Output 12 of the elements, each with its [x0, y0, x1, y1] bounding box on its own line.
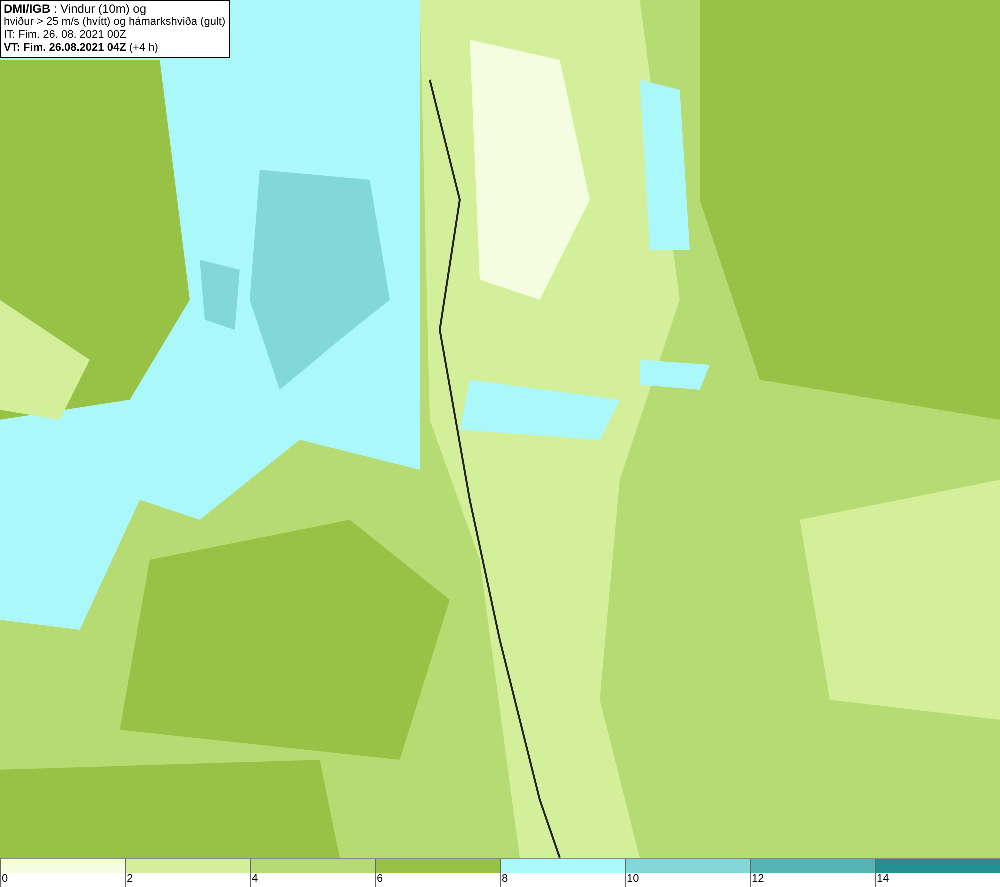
info-text: IT: Fim. 26. 08. 2021 00Z — [4, 29, 128, 42]
info-text: DMI/IGB : Vindur (10m) og — [4, 3, 148, 16]
legend-label: 14 — [876, 873, 890, 886]
legend-label: 4 — [251, 873, 260, 886]
info-text: hviður > 25 m/s (hvítt) og hámarkshviða (gult) — [4, 16, 226, 29]
legend-label: 6 — [376, 873, 384, 886]
legend-label: 10 — [626, 873, 640, 886]
legend-label: 0 — [1, 873, 10, 886]
info-text: VT: Fim. 26.08.2021 04Z (+4 h) — [4, 42, 160, 55]
legend-label: 8 — [501, 873, 510, 886]
legend-label: 12 — [751, 873, 766, 886]
legend-label: 2 — [126, 873, 134, 886]
